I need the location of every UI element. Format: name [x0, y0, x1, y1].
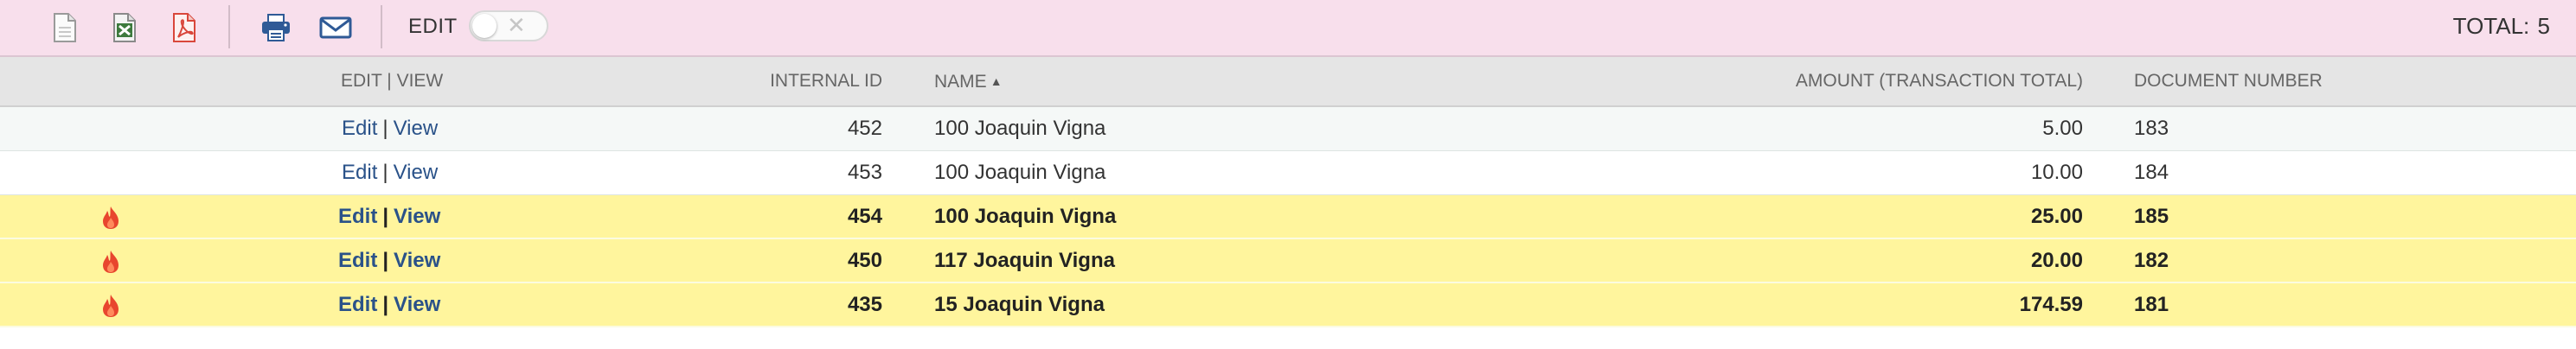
table-body: Edit | View 452 100 Joaquin Vigna 5.00 183…: [0, 107, 2576, 327]
edit-link[interactable]: Edit: [338, 293, 377, 316]
table-row-highlighted: Edit | View 435 15 Joaquin Vigna 174.59 18…: [0, 283, 2576, 327]
edit-view-cell: Edit | View: [342, 151, 438, 194]
name-cell: 117 Joaquin Vigna: [934, 249, 1115, 272]
document-icon: [54, 13, 76, 42]
export-excel-button[interactable]: [105, 8, 144, 48]
document-number-cell: 181: [2134, 293, 2169, 316]
column-header-internal-id-label: INTERNAL ID: [770, 71, 882, 91]
flame-icon: [103, 251, 119, 273]
envelope-icon: [319, 16, 352, 39]
edit-mode-label: EDIT: [408, 15, 458, 38]
email-button[interactable]: [316, 8, 356, 48]
view-link[interactable]: View: [394, 249, 440, 272]
column-header-name[interactable]: NAME ▲: [934, 57, 1003, 106]
link-separator: |: [382, 161, 388, 184]
link-separator: |: [382, 205, 389, 228]
name-cell: 15 Joaquin Vigna: [934, 293, 1105, 316]
edit-view-cell: Edit | View: [338, 195, 440, 238]
name-cell: 100 Joaquin Vigna: [934, 205, 1117, 228]
table-row-highlighted: Edit | View 450 117 Joaquin Vigna 20.00 18…: [0, 239, 2576, 283]
close-icon: ✕: [507, 13, 526, 39]
export-blank-document-button[interactable]: [45, 8, 85, 48]
document-number-cell: 184: [2134, 161, 2169, 184]
view-link[interactable]: View: [394, 117, 439, 140]
edit-link[interactable]: Edit: [338, 205, 377, 228]
internal-id-cell: 452: [847, 117, 882, 140]
edit-view-cell: Edit | View: [338, 283, 440, 327]
column-header-name-label: NAME: [934, 72, 987, 92]
table-header: EDIT | VIEW INTERNAL ID NAME ▲ AMOUNT (TR…: [0, 57, 2576, 107]
print-button[interactable]: [256, 8, 296, 48]
edit-link[interactable]: Edit: [342, 161, 377, 184]
sort-ascending-icon: ▲: [990, 74, 1003, 88]
table-row-highlighted: Edit | View 454 100 Joaquin Vigna 25.00 18…: [0, 195, 2576, 239]
edit-view-cell: Edit | View: [338, 239, 440, 282]
pdf-icon: [173, 13, 195, 42]
link-separator: |: [382, 293, 389, 316]
table-row: Edit | View 452 100 Joaquin Vigna 5.00 183: [0, 107, 2576, 151]
edit-view-cell: Edit | View: [342, 107, 438, 150]
total-value: 5: [2537, 13, 2550, 39]
document-number-cell: 183: [2134, 117, 2169, 140]
flame-icon: [103, 206, 119, 229]
internal-id-cell: 450: [847, 249, 882, 272]
amount-cell: 10.00: [2030, 161, 2083, 184]
internal-id-cell: 453: [847, 161, 882, 184]
export-pdf-button[interactable]: [164, 8, 204, 48]
amount-cell: 25.00: [2030, 205, 2083, 228]
view-link[interactable]: View: [394, 161, 439, 184]
column-header-amount-label: AMOUNT (TRANSACTION TOTAL): [1795, 71, 2083, 91]
edit-mode-toggle[interactable]: ✕: [469, 10, 548, 41]
table-row: Edit | View 453 100 Joaquin Vigna 10.00 18…: [0, 151, 2576, 195]
column-header-internal-id[interactable]: INTERNAL ID: [536, 57, 882, 105]
excel-icon: [113, 13, 136, 42]
amount-cell: 20.00: [2030, 249, 2083, 272]
name-cell: 100 Joaquin Vigna: [934, 161, 1106, 184]
amount-cell: 5.00: [2042, 117, 2083, 140]
view-link[interactable]: View: [394, 293, 440, 316]
amount-cell: 174.59: [2019, 293, 2083, 316]
flame-icon: [103, 295, 119, 317]
column-header-document-number[interactable]: DOCUMENT NUMBER: [2134, 57, 2323, 105]
column-header-edit-view[interactable]: EDIT | VIEW: [341, 57, 443, 105]
toolbar-separator: [228, 5, 230, 48]
toolbar: EDIT ✕ TOTAL: 5: [0, 0, 2576, 57]
name-cell: 100 Joaquin Vigna: [934, 117, 1106, 140]
total-count: TOTAL: 5: [2451, 12, 2550, 40]
toggle-knob: [472, 14, 497, 38]
internal-id-cell: 454: [847, 205, 882, 228]
link-separator: |: [382, 249, 389, 272]
column-header-amount[interactable]: AMOUNT (TRANSACTION TOTAL): [1471, 57, 2083, 105]
total-label: TOTAL:: [2452, 13, 2530, 39]
link-separator: |: [382, 117, 388, 140]
view-link[interactable]: View: [394, 205, 440, 228]
edit-link[interactable]: Edit: [342, 117, 377, 140]
toolbar-separator: [381, 5, 382, 48]
document-number-cell: 182: [2134, 249, 2169, 272]
column-header-document-number-label: DOCUMENT NUMBER: [2134, 71, 2323, 91]
printer-icon: [262, 14, 290, 41]
document-number-cell: 185: [2134, 205, 2169, 228]
internal-id-cell: 435: [847, 293, 882, 316]
edit-link[interactable]: Edit: [338, 249, 377, 272]
